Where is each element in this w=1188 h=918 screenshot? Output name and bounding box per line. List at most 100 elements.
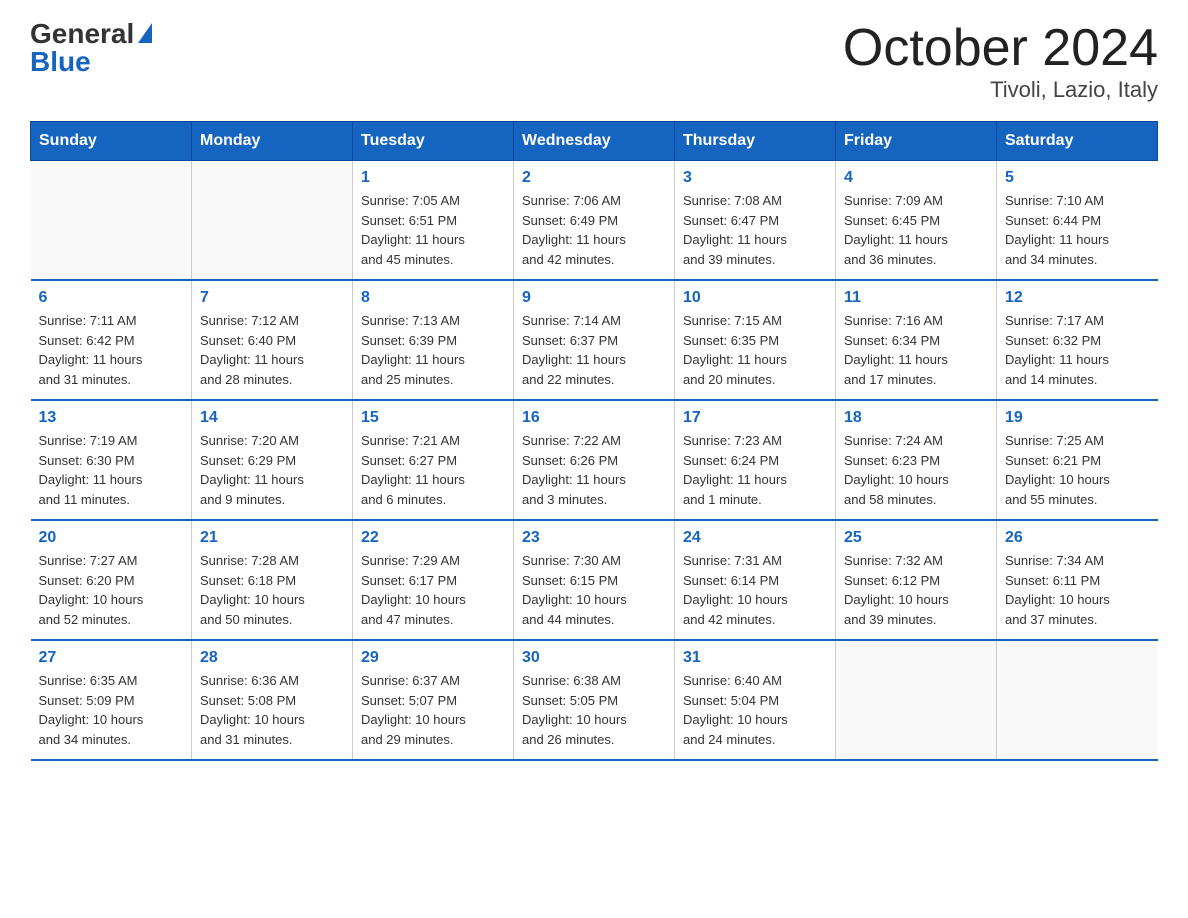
calendar-cell: 17 Sunrise: 7:23 AM Sunset: 6:24 PM Dayli… bbox=[675, 400, 836, 520]
day-info: Sunrise: 7:22 AM Sunset: 6:26 PM Dayligh… bbox=[522, 431, 666, 509]
day-number: 10 bbox=[683, 289, 827, 307]
day-number: 8 bbox=[361, 289, 505, 307]
day-number: 2 bbox=[522, 169, 666, 187]
day-number: 23 bbox=[522, 529, 666, 547]
calendar-cell bbox=[31, 161, 192, 281]
calendar-cell: 30 Sunrise: 6:38 AM Sunset: 5:05 PM Dayli… bbox=[514, 640, 675, 760]
logo: General Blue bbox=[30, 20, 152, 76]
day-info: Sunrise: 7:08 AM Sunset: 6:47 PM Dayligh… bbox=[683, 191, 827, 269]
day-number: 12 bbox=[1005, 289, 1150, 307]
calendar-cell: 11Sunrise: 7:16 AM Sunset: 6:34 PM Dayli… bbox=[836, 280, 997, 400]
day-info: Sunrise: 7:31 AM Sunset: 6:14 PM Dayligh… bbox=[683, 551, 827, 629]
logo-blue-text: Blue bbox=[30, 48, 91, 76]
page-header: General Blue October 2024 Tivoli, Lazio,… bbox=[30, 20, 1158, 103]
day-number: 24 bbox=[683, 529, 827, 547]
day-info: Sunrise: 7:28 AM Sunset: 6:18 PM Dayligh… bbox=[200, 551, 344, 629]
calendar-cell: 7 Sunrise: 7:12 AM Sunset: 6:40 PM Daylig… bbox=[192, 280, 353, 400]
logo-general-text: General bbox=[30, 20, 134, 48]
day-number: 16 bbox=[522, 409, 666, 427]
day-number: 1 bbox=[361, 169, 505, 187]
day-number: 4 bbox=[844, 169, 988, 187]
calendar-cell: 13 Sunrise: 7:19 AM Sunset: 6:30 PM Dayli… bbox=[31, 400, 192, 520]
day-info: Sunrise: 7:34 AM Sunset: 6:11 PM Dayligh… bbox=[1005, 551, 1150, 629]
day-info: Sunrise: 7:19 AM Sunset: 6:30 PM Dayligh… bbox=[39, 431, 184, 509]
day-info: Sunrise: 7:16 AM Sunset: 6:34 PM Dayligh… bbox=[844, 311, 988, 389]
calendar-cell: 24 Sunrise: 7:31 AM Sunset: 6:14 PM Dayli… bbox=[675, 520, 836, 640]
calendar-cell: 3 Sunrise: 7:08 AM Sunset: 6:47 PM Daylig… bbox=[675, 161, 836, 281]
calendar-cell bbox=[997, 640, 1158, 760]
calendar-cell: 31 Sunrise: 6:40 AM Sunset: 5:04 PM Dayli… bbox=[675, 640, 836, 760]
day-number: 3 bbox=[683, 169, 827, 187]
calendar-cell: 23Sunrise: 7:30 AM Sunset: 6:15 PM Dayli… bbox=[514, 520, 675, 640]
day-number: 30 bbox=[522, 649, 666, 667]
calendar-cell: 4 Sunrise: 7:09 AM Sunset: 6:45 PM Daylig… bbox=[836, 161, 997, 281]
day-number: 27 bbox=[39, 649, 184, 667]
weekday-header-sunday: Sunday bbox=[31, 122, 192, 161]
day-info: Sunrise: 7:29 AM Sunset: 6:17 PM Dayligh… bbox=[361, 551, 505, 629]
day-number: 7 bbox=[200, 289, 344, 307]
day-info: Sunrise: 7:12 AM Sunset: 6:40 PM Dayligh… bbox=[200, 311, 344, 389]
title-block: October 2024 Tivoli, Lazio, Italy bbox=[843, 20, 1158, 103]
week-row-2: 6 Sunrise: 7:11 AM Sunset: 6:42 PM Daylig… bbox=[31, 280, 1158, 400]
weekday-header-monday: Monday bbox=[192, 122, 353, 161]
day-info: Sunrise: 7:09 AM Sunset: 6:45 PM Dayligh… bbox=[844, 191, 988, 269]
calendar-cell: 1 Sunrise: 7:05 AM Sunset: 6:51 PM Daylig… bbox=[353, 161, 514, 281]
weekday-header-friday: Friday bbox=[836, 122, 997, 161]
calendar-cell: 20Sunrise: 7:27 AM Sunset: 6:20 PM Dayli… bbox=[31, 520, 192, 640]
calendar-cell: 6 Sunrise: 7:11 AM Sunset: 6:42 PM Daylig… bbox=[31, 280, 192, 400]
calendar-cell: 22 Sunrise: 7:29 AM Sunset: 6:17 PM Dayli… bbox=[353, 520, 514, 640]
weekday-header-tuesday: Tuesday bbox=[353, 122, 514, 161]
location: Tivoli, Lazio, Italy bbox=[843, 77, 1158, 103]
weekday-header-wednesday: Wednesday bbox=[514, 122, 675, 161]
day-info: Sunrise: 7:05 AM Sunset: 6:51 PM Dayligh… bbox=[361, 191, 505, 269]
week-row-5: 27 Sunrise: 6:35 AM Sunset: 5:09 PM Dayli… bbox=[31, 640, 1158, 760]
weekday-header-row: SundayMondayTuesdayWednesdayThursdayFrid… bbox=[31, 122, 1158, 161]
day-number: 28 bbox=[200, 649, 344, 667]
day-info: Sunrise: 7:15 AM Sunset: 6:35 PM Dayligh… bbox=[683, 311, 827, 389]
weekday-header-thursday: Thursday bbox=[675, 122, 836, 161]
calendar-cell: 9Sunrise: 7:14 AM Sunset: 6:37 PM Daylig… bbox=[514, 280, 675, 400]
calendar-cell: 15Sunrise: 7:21 AM Sunset: 6:27 PM Dayli… bbox=[353, 400, 514, 520]
day-number: 18 bbox=[844, 409, 988, 427]
day-info: Sunrise: 7:13 AM Sunset: 6:39 PM Dayligh… bbox=[361, 311, 505, 389]
calendar-cell: 21 Sunrise: 7:28 AM Sunset: 6:18 PM Dayli… bbox=[192, 520, 353, 640]
week-row-3: 13 Sunrise: 7:19 AM Sunset: 6:30 PM Dayli… bbox=[31, 400, 1158, 520]
day-number: 14 bbox=[200, 409, 344, 427]
day-number: 21 bbox=[200, 529, 344, 547]
calendar-cell: 28 Sunrise: 6:36 AM Sunset: 5:08 PM Dayli… bbox=[192, 640, 353, 760]
month-title: October 2024 bbox=[843, 20, 1158, 77]
day-info: Sunrise: 7:10 AM Sunset: 6:44 PM Dayligh… bbox=[1005, 191, 1150, 269]
calendar-cell: 14 Sunrise: 7:20 AM Sunset: 6:29 PM Dayli… bbox=[192, 400, 353, 520]
day-info: Sunrise: 7:23 AM Sunset: 6:24 PM Dayligh… bbox=[683, 431, 827, 509]
calendar-cell: 18 Sunrise: 7:24 AM Sunset: 6:23 PM Dayli… bbox=[836, 400, 997, 520]
calendar-cell: 16 Sunrise: 7:22 AM Sunset: 6:26 PM Dayli… bbox=[514, 400, 675, 520]
day-info: Sunrise: 6:36 AM Sunset: 5:08 PM Dayligh… bbox=[200, 671, 344, 749]
day-info: Sunrise: 6:37 AM Sunset: 5:07 PM Dayligh… bbox=[361, 671, 505, 749]
day-info: Sunrise: 6:38 AM Sunset: 5:05 PM Dayligh… bbox=[522, 671, 666, 749]
day-number: 17 bbox=[683, 409, 827, 427]
calendar-cell: 5 Sunrise: 7:10 AM Sunset: 6:44 PM Daylig… bbox=[997, 161, 1158, 281]
day-number: 13 bbox=[39, 409, 184, 427]
day-info: Sunrise: 7:06 AM Sunset: 6:49 PM Dayligh… bbox=[522, 191, 666, 269]
day-info: Sunrise: 7:20 AM Sunset: 6:29 PM Dayligh… bbox=[200, 431, 344, 509]
week-row-1: 1 Sunrise: 7:05 AM Sunset: 6:51 PM Daylig… bbox=[31, 161, 1158, 281]
day-number: 31 bbox=[683, 649, 827, 667]
calendar-cell bbox=[836, 640, 997, 760]
day-info: Sunrise: 7:11 AM Sunset: 6:42 PM Dayligh… bbox=[39, 311, 184, 389]
day-info: Sunrise: 7:17 AM Sunset: 6:32 PM Dayligh… bbox=[1005, 311, 1150, 389]
weekday-header-saturday: Saturday bbox=[997, 122, 1158, 161]
day-number: 6 bbox=[39, 289, 184, 307]
day-number: 5 bbox=[1005, 169, 1150, 187]
day-number: 25 bbox=[844, 529, 988, 547]
day-info: Sunrise: 6:40 AM Sunset: 5:04 PM Dayligh… bbox=[683, 671, 827, 749]
day-number: 22 bbox=[361, 529, 505, 547]
day-info: Sunrise: 7:24 AM Sunset: 6:23 PM Dayligh… bbox=[844, 431, 988, 509]
day-info: Sunrise: 6:35 AM Sunset: 5:09 PM Dayligh… bbox=[39, 671, 184, 749]
calendar-cell: 26Sunrise: 7:34 AM Sunset: 6:11 PM Dayli… bbox=[997, 520, 1158, 640]
calendar-cell: 2 Sunrise: 7:06 AM Sunset: 6:49 PM Daylig… bbox=[514, 161, 675, 281]
calendar-cell: 19Sunrise: 7:25 AM Sunset: 6:21 PM Dayli… bbox=[997, 400, 1158, 520]
calendar-table: SundayMondayTuesdayWednesdayThursdayFrid… bbox=[30, 121, 1158, 761]
logo-triangle-icon bbox=[138, 23, 152, 43]
day-info: Sunrise: 7:25 AM Sunset: 6:21 PM Dayligh… bbox=[1005, 431, 1150, 509]
calendar-cell: 10 Sunrise: 7:15 AM Sunset: 6:35 PM Dayli… bbox=[675, 280, 836, 400]
